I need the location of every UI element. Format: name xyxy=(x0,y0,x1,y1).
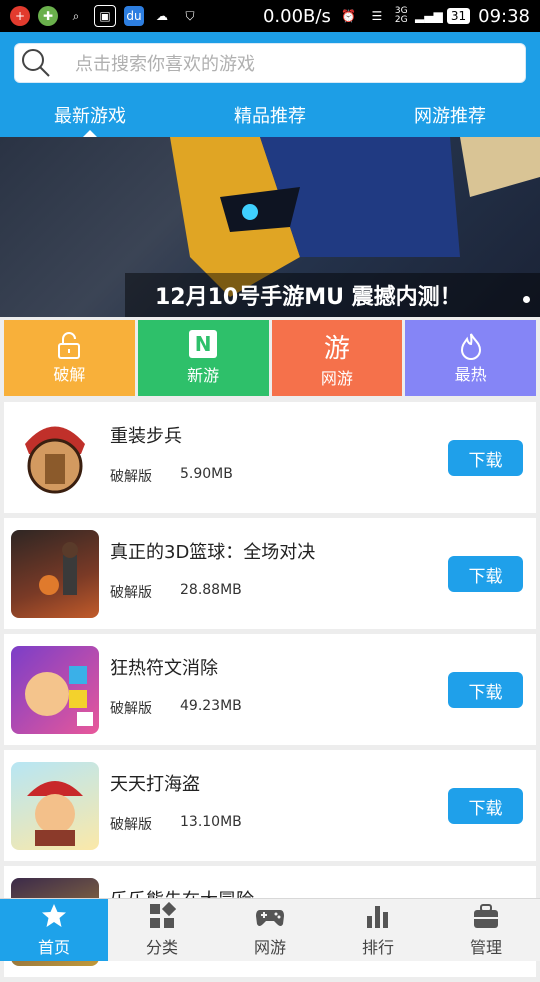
category-label: 破解 xyxy=(53,365,86,384)
bottom-navigation: 首页 分类 网游 排行 管理 xyxy=(0,898,540,961)
signal-icon: ▂▄▆ xyxy=(415,9,443,23)
tab-featured[interactable]: 精品推荐 xyxy=(180,92,360,137)
game-size: 5.90MB xyxy=(180,466,233,482)
flame-icon xyxy=(460,333,481,360)
category-crack[interactable]: 破解 xyxy=(4,320,135,396)
wifi-icon: ☰ xyxy=(371,9,383,23)
nav-label: 排行 xyxy=(361,938,394,957)
list-item[interactable]: 重装步兵 破解版 5.90MB 下载 xyxy=(4,402,536,513)
game-size: 49.23MB xyxy=(180,698,242,714)
nav-category[interactable]: 分类 xyxy=(108,899,216,961)
top-tabs: 最新游戏 精品推荐 网游推荐 xyxy=(0,92,540,137)
category-row: 破解 N 新游 游 网游 最热 xyxy=(4,320,536,396)
baidu-icon: du xyxy=(124,6,144,26)
nav-ranking[interactable]: 排行 xyxy=(324,899,432,961)
battery-level: 31 xyxy=(446,8,471,24)
search-notification-icon: ⌕ xyxy=(72,8,80,23)
weather-icon: ☁ xyxy=(156,9,168,23)
lock-icon xyxy=(58,332,81,359)
network-speed: 0.00B/s xyxy=(262,5,331,27)
status-bar: + ✚ ⌕ ▣ du ☁ ⛉ 0.00B/s ⏰ ☰ 3G 2G ▂▄▆ 31 … xyxy=(0,0,540,32)
game-list: 重装步兵 破解版 5.90MB 下载 真正的3D篮球：全场对决 破解版 28.8… xyxy=(4,402,536,982)
shield-icon: ⛉ xyxy=(185,8,195,23)
search-bar[interactable]: 点击搜索你喜欢的游戏 xyxy=(14,43,526,83)
tab-online-games[interactable]: 网游推荐 xyxy=(360,92,540,137)
network-type: 3G 2G xyxy=(394,6,408,25)
game-title: 天天打海盗 xyxy=(110,774,200,795)
game-tag: 破解版 xyxy=(110,817,152,833)
app-notification-icon: ✚ xyxy=(38,6,58,26)
nav-online[interactable]: 网游 xyxy=(216,899,324,961)
bars-icon xyxy=(367,906,388,928)
game-size: 13.10MB xyxy=(180,814,242,830)
app-header: 点击搜索你喜欢的游戏 最新游戏 精品推荐 网游推荐 xyxy=(0,32,540,137)
promo-banner[interactable]: 12月10号手游MU 震撼内测！ xyxy=(0,137,540,317)
game-size: 28.88MB xyxy=(180,582,242,598)
banner-caption: 12月10号手游MU 震撼内测！ xyxy=(125,273,540,317)
notification-plus-icon: + xyxy=(10,6,30,26)
list-item[interactable]: 天天打海盗 破解版 13.10MB 下载 xyxy=(4,750,536,861)
nav-manage[interactable]: 管理 xyxy=(432,899,540,961)
star-icon xyxy=(42,904,66,927)
list-item[interactable]: 真正的3D篮球：全场对决 破解版 28.88MB 下载 xyxy=(4,518,536,629)
game-tag: 破解版 xyxy=(110,469,152,485)
briefcase-icon xyxy=(474,904,498,928)
banner-page-indicator xyxy=(523,296,530,303)
game-title: 真正的3D篮球：全场对决 xyxy=(110,542,316,563)
list-item[interactable]: 狂热符文消除 破解版 49.23MB 下载 xyxy=(4,634,536,745)
game-thumbnail xyxy=(11,414,99,502)
clock: 09:38 xyxy=(478,5,530,27)
category-hot[interactable]: 最热 xyxy=(405,320,536,396)
search-icon xyxy=(15,43,57,83)
category-new[interactable]: N 新游 xyxy=(137,320,269,396)
online-game-icon: 游 xyxy=(323,333,350,364)
nav-label: 管理 xyxy=(469,938,502,957)
download-button[interactable]: 下载 xyxy=(448,672,523,708)
category-label: 新游 xyxy=(187,366,220,385)
game-tag: 破解版 xyxy=(110,701,152,717)
nav-home[interactable]: 首页 xyxy=(0,899,108,961)
image-notification-icon: ▣ xyxy=(94,5,116,27)
download-button[interactable]: 下载 xyxy=(448,788,523,824)
download-button[interactable]: 下载 xyxy=(448,440,523,476)
game-thumbnail xyxy=(11,530,99,618)
game-title: 狂热符文消除 xyxy=(110,658,218,679)
alarm-icon: ⏰ xyxy=(341,9,357,23)
search-placeholder[interactable]: 点击搜索你喜欢的游戏 xyxy=(75,50,255,76)
category-label: 最热 xyxy=(454,365,487,384)
tab-latest-games[interactable]: 最新游戏 xyxy=(0,92,180,137)
nav-label: 网游 xyxy=(253,938,286,957)
game-tag: 破解版 xyxy=(110,585,152,601)
nav-label: 分类 xyxy=(145,938,178,957)
category-online[interactable]: 游 网游 xyxy=(271,320,403,396)
new-icon: N xyxy=(189,330,218,358)
game-thumbnail xyxy=(11,762,99,850)
game-thumbnail xyxy=(11,646,99,734)
gamepad-icon xyxy=(256,910,284,926)
nav-label: 首页 xyxy=(37,938,70,957)
download-button[interactable]: 下载 xyxy=(448,556,523,592)
game-title: 重装步兵 xyxy=(110,426,182,447)
grid-icon xyxy=(150,902,176,928)
category-label: 网游 xyxy=(320,368,353,388)
